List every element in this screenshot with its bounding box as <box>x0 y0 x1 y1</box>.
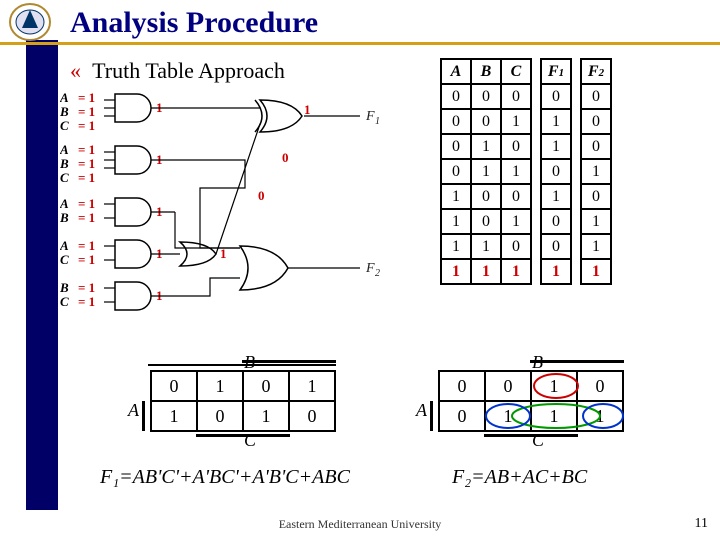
svg-text:1: 1 <box>375 116 380 127</box>
kmap1-A-label: A <box>128 400 139 421</box>
university-crest-icon <box>8 2 52 42</box>
svg-text:= 1: = 1 <box>78 280 95 295</box>
table-row: 10101 <box>441 209 611 234</box>
title-underline <box>0 42 720 45</box>
svg-text:C: C <box>60 170 69 185</box>
table-row: 00110 <box>441 109 611 134</box>
left-blue-bar <box>26 40 58 510</box>
kmap2-C-bar <box>484 434 578 438</box>
svg-text:= 1: = 1 <box>78 142 95 157</box>
svg-text:F: F <box>365 261 375 276</box>
input-A: A <box>60 90 69 105</box>
svg-text:F: F <box>365 109 375 124</box>
table-row: 01010 <box>441 134 611 159</box>
table-row: 00000 <box>441 84 611 109</box>
slide-left-margin <box>0 0 60 540</box>
svg-text:2: 2 <box>375 268 380 279</box>
col-A: A <box>441 59 471 84</box>
logic-circuit-diagram: A= 1 B= 1 C= 1 A= 1 B= 1 C= 1 A= 1 B= 1 … <box>60 88 400 368</box>
table-row: 10010 <box>441 184 611 209</box>
col-F1: F1 <box>541 59 571 84</box>
svg-text:0: 0 <box>282 150 289 165</box>
kmap2-A-bar <box>430 401 434 431</box>
slide-title: Analysis Procedure <box>70 6 318 40</box>
svg-text:= 1: = 1 <box>78 170 95 185</box>
svg-text:1: 1 <box>304 102 311 117</box>
table-row: 11111 <box>441 259 611 284</box>
input-C: C <box>60 118 69 133</box>
val: = 1 <box>78 90 95 105</box>
svg-text:= 1: = 1 <box>78 294 95 309</box>
svg-text:0: 0 <box>258 188 265 203</box>
subheading-text: Truth Table Approach <box>92 58 285 83</box>
equation-f2: F₂=AB+AC+BC <box>452 466 587 489</box>
kmap-f2: 0010 0111 <box>438 370 624 432</box>
kmap2-A-label: A <box>416 400 427 421</box>
col-C: C <box>501 59 531 84</box>
svg-text:= 1: = 1 <box>78 156 95 171</box>
truth-table-header: A B C F1 F2 <box>441 59 611 84</box>
slide-number: 11 <box>695 516 708 532</box>
kmap1-A-bar <box>142 401 146 431</box>
col-F2: F2 <box>581 59 611 84</box>
val: = 1 <box>78 118 95 133</box>
kmap2-B-bar <box>530 360 624 364</box>
svg-text:B: B <box>60 156 69 171</box>
kmap1-B-bar <box>242 360 336 364</box>
svg-text:B: B <box>60 280 69 295</box>
subheading: « Truth Table Approach <box>70 58 285 84</box>
svg-text:B: B <box>60 210 69 225</box>
table-row: 11001 <box>441 234 611 259</box>
svg-text:A: A <box>60 238 69 253</box>
footer-text: Eastern Mediterranean University <box>0 517 720 532</box>
svg-text:= 1: = 1 <box>78 196 95 211</box>
svg-text:= 1: = 1 <box>78 238 95 253</box>
col-B: B <box>471 59 501 84</box>
kmap1-C-bar <box>196 434 290 438</box>
svg-text:A: A <box>60 196 69 211</box>
table-row: 01101 <box>441 159 611 184</box>
svg-text:A: A <box>60 142 69 157</box>
svg-text:= 1: = 1 <box>78 252 95 267</box>
kmap1-top-bar <box>148 364 336 368</box>
svg-text:= 1: = 1 <box>78 210 95 225</box>
truth-table: A B C F1 F2 00000 00110 01010 01101 1001… <box>440 58 612 285</box>
svg-text:C: C <box>60 252 69 267</box>
kmap-f1: 0101 1010 <box>150 370 336 432</box>
equation-f1: F₁=AB'C'+A'BC'+A'B'C+ABC <box>100 466 350 489</box>
bullet-icon: « <box>70 58 81 83</box>
val: = 1 <box>78 104 95 119</box>
input-B: B <box>60 104 69 119</box>
svg-text:C: C <box>60 294 69 309</box>
